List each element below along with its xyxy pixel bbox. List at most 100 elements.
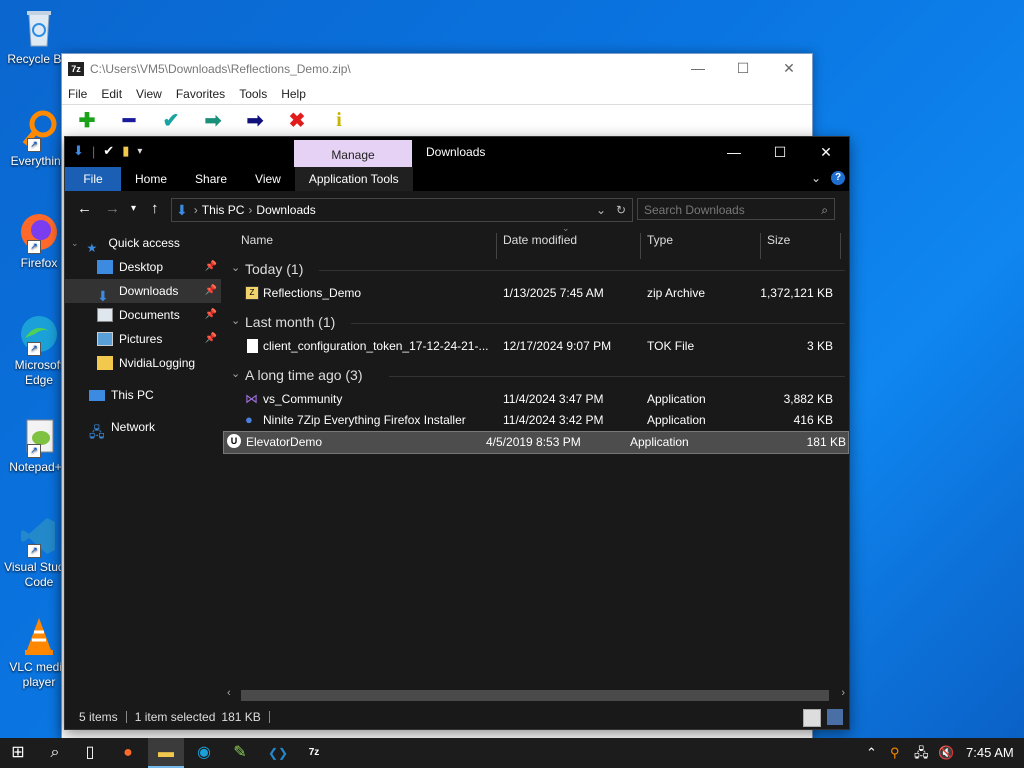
7zip-titlebar[interactable]: 7z C:\Users\VM5\Downloads\Reflections_De… <box>62 54 812 84</box>
collapse-chevron-icon[interactable]: ⌄ <box>231 261 240 274</box>
column-divider[interactable] <box>760 233 761 259</box>
menu-help[interactable]: Help <box>281 87 306 101</box>
large-icons-view-icon[interactable] <box>827 709 843 725</box>
info-icon[interactable]: i <box>324 109 354 132</box>
menu-edit[interactable]: Edit <box>101 87 122 101</box>
column-header-date-modified[interactable]: Date modified <box>503 233 577 247</box>
help-icon[interactable]: ? <box>831 171 845 185</box>
recent-locations-button[interactable]: ▾ <box>131 203 136 214</box>
group-header-today[interactable]: ⌄ Today (1) <box>223 257 849 283</box>
pin-icon: 📌 <box>204 333 217 344</box>
new-folder-icon[interactable]: ▮ <box>122 143 129 159</box>
notepad-plus-plus-icon[interactable]: ✎ <box>222 738 258 768</box>
volume-muted-icon[interactable]: 🔇 <box>938 738 954 768</box>
up-button[interactable]: ↑ <box>151 200 159 217</box>
sidebar-item-downloads[interactable]: ⬇ Downloads 📌 <box>65 279 221 304</box>
collapse-chevron-icon[interactable]: ⌄ <box>231 314 240 327</box>
task-view-icon[interactable]: ▯ <box>72 738 108 768</box>
windows-start-icon[interactable]: ⊞ <box>0 738 36 768</box>
move-icon[interactable]: ➡ <box>240 108 270 133</box>
customize-qat-icon[interactable]: ▾ <box>137 146 142 157</box>
horizontal-scrollbar[interactable]: ‹ › <box>223 687 849 703</box>
search-input[interactable]: Search Downloads ⌕ <box>637 198 835 220</box>
sidebar-item-quick-access[interactable]: ⌄ ★ Quick access <box>65 231 221 255</box>
firefox-icon[interactable]: ● <box>110 738 146 768</box>
scrollbar-thumb[interactable] <box>241 690 829 701</box>
vscode-icon[interactable]: ❮❯ <box>260 738 296 768</box>
7zip-app-icon: 7z <box>68 62 84 76</box>
menu-file[interactable]: File <box>68 87 87 101</box>
file-row-client-configuration-token[interactable]: client_configuration_token_17-12-24-21-.… <box>223 336 849 357</box>
test-icon[interactable]: ✔ <box>156 108 186 133</box>
zip-archive-icon: Z <box>245 286 259 300</box>
file-date-modified: 12/17/2024 9:07 PM <box>503 339 612 353</box>
breadcrumb-this-pc[interactable]: This PC <box>202 203 245 217</box>
forward-button[interactable]: → <box>105 200 120 217</box>
tab-home[interactable]: Home <box>121 167 181 191</box>
address-dropdown-icon[interactable]: ⌄ <box>596 203 606 217</box>
breadcrumb-chevron-icon[interactable]: › <box>194 203 198 217</box>
file-row-vs-community[interactable]: ⋈ vs_Community 11/4/2024 3:47 PM Applica… <box>223 389 849 410</box>
chevron-up-icon[interactable]: ⌃ <box>866 738 877 768</box>
column-header-type[interactable]: Type <box>647 233 673 247</box>
refresh-icon[interactable]: ↻ <box>616 203 626 217</box>
tab-file[interactable]: File <box>65 167 121 191</box>
sidebar-item-network[interactable]: 🖧 Network <box>65 415 221 440</box>
extract-icon[interactable]: ━ <box>114 108 144 133</box>
properties-icon[interactable]: ✔ <box>103 143 114 159</box>
network-tray-icon[interactable]: 🖧 <box>914 738 929 768</box>
expand-chevron-icon[interactable]: ⌄ <box>71 231 79 255</box>
column-header-name[interactable]: Name <box>241 233 273 247</box>
file-row-ninite-installer[interactable]: ● Ninite 7Zip Everything Firefox Install… <box>223 410 849 431</box>
copy-icon[interactable]: ➡ <box>198 108 228 133</box>
clock[interactable]: 7:45 AM <box>966 738 1014 768</box>
menu-favorites[interactable]: Favorites <box>176 87 225 101</box>
scroll-left-icon[interactable]: ‹ <box>227 687 231 699</box>
sidebar-item-desktop[interactable]: Desktop 📌 <box>65 255 221 279</box>
breadcrumb-downloads[interactable]: Downloads <box>256 203 315 217</box>
maximize-button[interactable]: ☐ <box>757 141 803 163</box>
minimize-button[interactable]: — <box>688 60 708 78</box>
file-name: ElevatorDemo <box>246 435 323 449</box>
column-divider[interactable] <box>640 233 641 259</box>
file-explorer-window[interactable]: ⬇ | ✔ ▮ ▾ Manage Downloads — ☐ ✕ File Ho… <box>64 136 850 730</box>
file-row-reflections-demo[interactable]: Z Reflections_Demo 1/13/2025 7:45 AM zip… <box>223 283 849 304</box>
search-icon[interactable]: ⌕ <box>37 738 73 768</box>
address-bar[interactable]: ⬇ › This PC › Downloads ⌄ ↻ <box>171 198 633 222</box>
minimize-button[interactable]: — <box>711 141 757 163</box>
group-header-a-long-time-ago[interactable]: ⌄ A long time ago (3) <box>223 363 849 389</box>
file-list: Name Date modified ⌄ Type Size ⌄ Today (… <box>223 223 849 695</box>
scroll-right-icon[interactable]: › <box>841 687 845 699</box>
tab-view[interactable]: View <box>241 167 295 191</box>
back-button[interactable]: ← <box>77 200 92 217</box>
file-name: Reflections_Demo <box>263 286 362 300</box>
file-row-elevatordemo[interactable]: U ElevatorDemo 4/5/2019 8:53 PM Applicat… <box>223 431 849 454</box>
delete-icon[interactable]: ✖ <box>282 108 312 133</box>
sidebar-item-documents[interactable]: Documents 📌 <box>65 303 221 327</box>
sidebar-item-pictures[interactable]: Pictures 📌 <box>65 327 221 351</box>
tab-share[interactable]: Share <box>181 167 241 191</box>
explorer-titlebar[interactable]: ⬇ | ✔ ▮ ▾ Manage Downloads — ☐ ✕ <box>65 137 849 167</box>
tab-application-tools[interactable]: Application Tools <box>294 167 413 191</box>
expand-ribbon-icon[interactable]: ⌄ <box>811 171 821 185</box>
7zip-icon[interactable]: 7z <box>296 738 332 768</box>
file-explorer-icon[interactable]: ▬ <box>148 738 184 768</box>
sidebar-item-this-pc[interactable]: This PC <box>65 383 221 407</box>
maximize-button[interactable]: ☐ <box>733 60 753 78</box>
close-button[interactable]: ✕ <box>803 141 849 163</box>
breadcrumb-chevron-icon[interactable]: › <box>248 203 252 217</box>
close-button[interactable]: ✕ <box>779 60 799 78</box>
column-divider[interactable] <box>840 233 841 259</box>
collapse-chevron-icon[interactable]: ⌄ <box>231 367 240 380</box>
menu-tools[interactable]: Tools <box>239 87 267 101</box>
sidebar-item-nvidialogging[interactable]: NvidiaLogging <box>65 351 221 375</box>
edge-icon[interactable]: ◉ <box>186 738 222 768</box>
add-icon[interactable]: ✚ <box>72 108 102 133</box>
menu-view[interactable]: View <box>136 87 162 101</box>
tab-manage[interactable]: Manage <box>294 140 412 167</box>
column-header-size[interactable]: Size <box>767 233 790 247</box>
group-header-last-month[interactable]: ⌄ Last month (1) <box>223 310 849 336</box>
details-view-icon[interactable] <box>803 709 821 727</box>
column-divider[interactable] <box>496 233 497 259</box>
everything-tray-icon[interactable]: ⚲ <box>890 738 900 768</box>
